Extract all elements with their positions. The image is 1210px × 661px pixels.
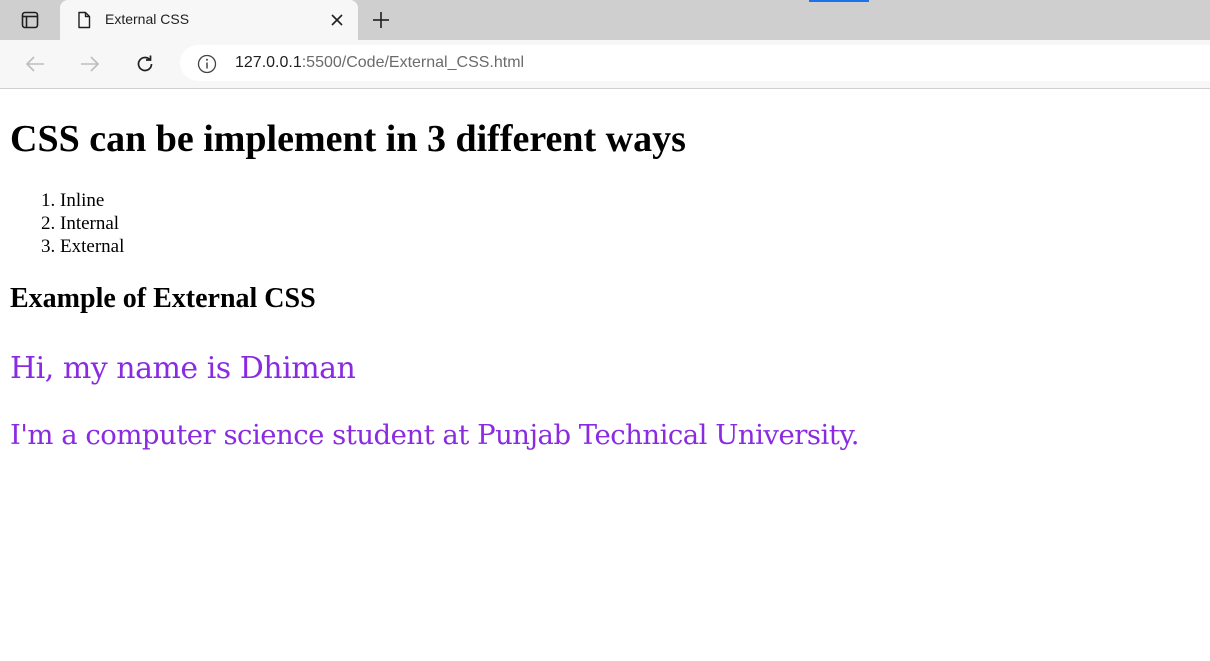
- back-button[interactable]: [23, 52, 47, 76]
- student-paragraph: I'm a computer science student at Punjab…: [10, 419, 859, 451]
- tab-strip: External CSS: [0, 0, 1210, 40]
- tab-title: External CSS: [105, 11, 190, 27]
- list-item: External: [60, 235, 124, 258]
- refresh-icon: [137, 55, 153, 72]
- page-heading: CSS can be implement in 3 different ways: [10, 118, 686, 160]
- arrow-left-icon: [25, 56, 44, 72]
- section-heading: Example of External CSS: [10, 283, 316, 314]
- browser-toolbar: 127.0.0.1:5500/Code/External_CSS.html: [0, 40, 1210, 89]
- intro-paragraph: Hi, my name is Dhiman: [10, 351, 356, 386]
- tab-actions-button[interactable]: [10, 6, 50, 34]
- plus-icon: [373, 12, 389, 28]
- url-text[interactable]: 127.0.0.1:5500/Code/External_CSS.html: [235, 54, 524, 72]
- info-icon[interactable]: [197, 54, 217, 74]
- reload-button[interactable]: [133, 52, 157, 76]
- list-item: Inline: [60, 189, 124, 212]
- tab-actions-icon: [21, 11, 39, 29]
- url-path: :5500/Code/External_CSS.html: [301, 54, 525, 71]
- document-icon: [78, 11, 91, 29]
- window-indicator: [809, 0, 869, 2]
- page-viewport: CSS can be implement in 3 different ways…: [0, 89, 1210, 661]
- active-tab[interactable]: External CSS: [60, 0, 358, 40]
- arrow-right-icon: [81, 56, 100, 72]
- url-host: 127.0.0.1: [235, 54, 302, 71]
- close-tab-button[interactable]: [328, 11, 346, 29]
- css-methods-list: Inline Internal External: [10, 189, 124, 258]
- forward-button[interactable]: [78, 52, 102, 76]
- new-tab-button[interactable]: [369, 8, 393, 32]
- list-item: Internal: [60, 212, 124, 235]
- close-icon: [331, 14, 343, 26]
- address-bar[interactable]: 127.0.0.1:5500/Code/External_CSS.html: [180, 45, 1210, 81]
